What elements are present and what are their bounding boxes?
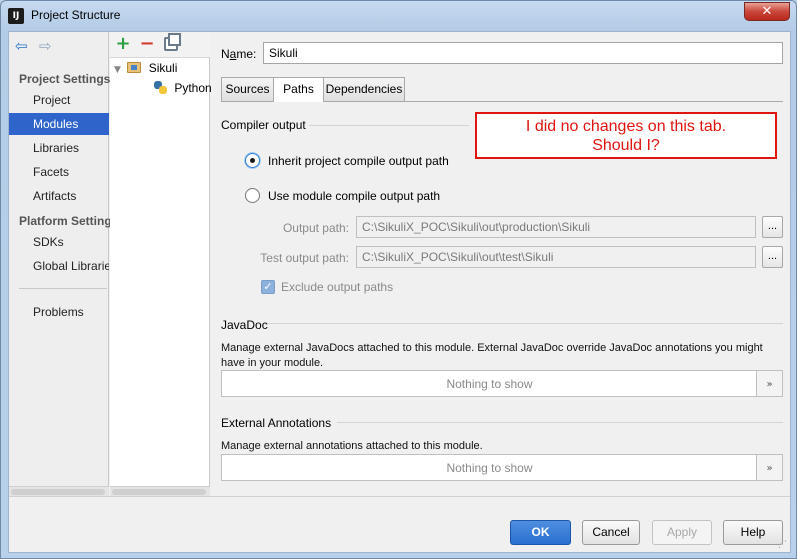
module-name-input[interactable] — [263, 42, 783, 64]
dialog-content: ⇦ ⇨ Project Settings Project Modules Libr… — [8, 31, 791, 553]
close-window-button[interactable]: ✕ — [744, 2, 790, 21]
project-structure-window: IJ Project Structure ✕ ⇦ ⇨ Project Settin… — [0, 0, 797, 559]
javadoc-empty-text: Nothing to show — [446, 377, 533, 391]
apply-button[interactable]: Apply — [652, 520, 712, 545]
tree-node-label: Python — [174, 81, 212, 95]
cancel-button[interactable]: Cancel — [582, 520, 640, 545]
title-bar[interactable]: IJ Project Structure ✕ — [1, 1, 796, 31]
external-annotations-title: External Annotations — [221, 416, 332, 430]
external-annotations-expand-icon[interactable]: » — [756, 455, 782, 480]
navigation-arrows: ⇦ ⇨ — [15, 38, 63, 54]
inherit-radio-label: Inherit project compile output path — [268, 154, 449, 168]
settings-sidebar: ⇦ ⇨ Project Settings Project Modules Libr… — [9, 32, 118, 496]
scrollbar-thumb[interactable] — [11, 489, 105, 495]
external-annotations-list[interactable]: Nothing to show » — [221, 454, 783, 481]
annotation-line-1: I did no changes on this tab. — [525, 118, 727, 135]
dialog-button-bar: OK Cancel Apply Help ⋰ — [9, 496, 790, 552]
tree-node-label: Sikuli — [148, 61, 178, 75]
scrollbar-thumb[interactable] — [112, 489, 206, 495]
javadoc-expand-icon[interactable]: » — [756, 371, 782, 396]
exclude-output-paths-checkbox[interactable]: ✓ — [261, 280, 275, 294]
module-output-radio[interactable] — [245, 188, 260, 203]
sidebar-item-sdks[interactable]: SDKs — [9, 231, 109, 253]
javadoc-description: Manage external JavaDocs attached to thi… — [221, 342, 763, 369]
module-folder-icon — [127, 62, 142, 73]
module-tree-panel: + − ▼ Sikuli Python — [110, 32, 212, 496]
resize-grip-icon[interactable]: ⋰ — [778, 540, 788, 550]
module-settings-panel: Name: Sources Paths Dependencies Compile… — [211, 32, 791, 496]
compiler-output-title: Compiler output — [221, 118, 306, 132]
inherit-radio[interactable] — [245, 153, 260, 168]
sidebar-item-facets[interactable]: Facets — [9, 161, 109, 183]
annotation-note: I did no changes on this tab. Should I? — [475, 112, 777, 159]
test-output-path-field: C:\SikuliX_POC\Sikuli\out\test\Sikuli — [356, 246, 756, 268]
ok-button[interactable]: OK — [510, 520, 571, 545]
remove-icon[interactable]: − — [138, 35, 156, 53]
name-label: Name: — [221, 47, 257, 61]
module-output-radio-label: Use module compile output path — [268, 189, 441, 203]
sidebar-item-artifacts[interactable]: Artifacts — [9, 185, 109, 207]
compiler-output-separator — [309, 125, 469, 126]
test-output-path-label: Test output path: — [260, 251, 349, 265]
tree-horizontal-scrollbar[interactable] — [110, 486, 210, 496]
tab-dependencies[interactable]: Dependencies — [323, 77, 405, 101]
external-annotations-separator — [337, 422, 783, 423]
project-settings-header: Project Settings — [19, 72, 111, 86]
forward-arrow-icon[interactable]: ⇨ — [39, 38, 57, 54]
external-annotations-empty-text: Nothing to show — [446, 461, 533, 475]
window-title: Project Structure — [31, 8, 121, 22]
expand-triangle-icon[interactable]: ▼ — [114, 61, 124, 79]
exclude-output-paths-label: Exclude output paths — [281, 280, 394, 294]
tree-node-sikuli[interactable]: ▼ Sikuli — [114, 59, 177, 77]
sidebar-item-problems[interactable]: Problems — [9, 301, 109, 323]
intellij-app-icon: IJ — [8, 8, 24, 24]
annotation-line-2: Should I? — [592, 137, 660, 154]
tree-toolbar: + − — [110, 32, 210, 58]
javadoc-separator — [267, 323, 783, 324]
add-icon[interactable]: + — [114, 35, 132, 53]
output-path-field: C:\SikuliX_POC\Sikuli\out\production\Sik… — [356, 216, 756, 238]
tab-sources[interactable]: Sources — [221, 77, 274, 101]
help-button[interactable]: Help — [723, 520, 783, 545]
python-icon — [154, 81, 167, 94]
tab-paths[interactable]: Paths — [273, 77, 324, 102]
output-path-label: Output path: — [282, 221, 349, 235]
back-arrow-icon[interactable]: ⇦ — [15, 38, 33, 54]
sidebar-divider — [19, 288, 107, 289]
sidebar-item-project[interactable]: Project — [9, 89, 109, 111]
tree-node-python[interactable]: Python — [154, 79, 212, 97]
sidebar-item-modules[interactable]: Modules — [9, 113, 109, 135]
sidebar-item-libraries[interactable]: Libraries — [9, 137, 109, 159]
external-annotations-description: Manage external annotations attached to … — [221, 440, 483, 452]
test-output-path-browse-button[interactable]: ... — [762, 246, 783, 268]
sidebar-horizontal-scrollbar[interactable] — [9, 486, 109, 496]
javadoc-title: JavaDoc — [221, 318, 268, 332]
copy-icon[interactable] — [164, 33, 181, 51]
output-path-browse-button[interactable]: ... — [762, 216, 783, 238]
javadoc-list[interactable]: Nothing to show » — [221, 370, 783, 397]
platform-settings-header: Platform Settings — [19, 214, 119, 228]
sidebar-item-global-libraries[interactable]: Global Libraries — [9, 255, 109, 277]
